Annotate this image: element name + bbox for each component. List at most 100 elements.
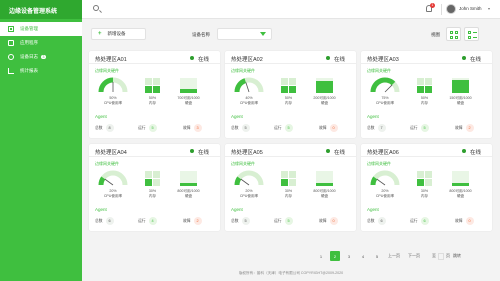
avatar[interactable] — [446, 4, 456, 14]
online-status-dot — [326, 148, 330, 153]
memory-cell — [425, 171, 432, 178]
card-header: 热处理区A04 在线 — [89, 144, 220, 157]
status-text: 在线 — [334, 57, 346, 63]
page-5[interactable]: 5 — [372, 251, 382, 261]
cpu-percent: 20% — [109, 189, 117, 193]
cpu-gauge — [370, 170, 400, 186]
total-stat: 总数 5 — [231, 217, 250, 225]
hardware-label: 边缘网关硬件 — [367, 161, 391, 166]
memory-cell — [153, 86, 160, 93]
sidebar-item-device-logs[interactable]: 设备日志 3 — [0, 50, 82, 64]
fault-count: 2 — [193, 217, 202, 225]
total-label: 总数 — [367, 125, 375, 130]
doc-icon — [8, 40, 14, 46]
add-device-button[interactable]: + 新增设备 — [91, 28, 146, 40]
running-label: 运行 — [138, 218, 146, 223]
memory-cell — [289, 171, 296, 178]
total-label: 总数 — [231, 218, 239, 223]
memory-label: 内存 — [284, 194, 293, 198]
grid-view-icon — [450, 31, 453, 34]
hardware-label: 边缘网关硬件 — [95, 68, 119, 73]
sidebar-item-statistics[interactable]: 统计报表 — [0, 64, 82, 78]
device-card[interactable]: 热处理区A06 在线 边缘网关硬件 20% CPU使用率 30% 内存 800可… — [361, 144, 492, 231]
memory-percent: 50% — [420, 96, 429, 100]
memory-grid — [417, 78, 432, 93]
running-stat: 运行 5 — [410, 124, 429, 132]
memory-cell — [153, 78, 160, 85]
online-status-dot — [326, 55, 330, 60]
fault-stat: 故障 0 — [319, 124, 338, 132]
top-bar: 1 John Smith ▾ — [82, 0, 500, 19]
gear-icon — [8, 54, 14, 60]
online-status-dot — [462, 148, 466, 153]
filter-label: 设备名称 — [192, 32, 210, 37]
memory-cell — [417, 171, 424, 178]
fault-stat: 故障 2 — [183, 217, 202, 225]
running-count: 5 — [148, 124, 157, 132]
jump-prefix: 至 — [432, 253, 436, 258]
page-2[interactable]: 2 — [330, 251, 340, 261]
grid-view-button[interactable] — [446, 27, 461, 41]
memory-percent: 30% — [148, 189, 157, 193]
disk-usage-box — [316, 171, 333, 186]
gauge-fill — [98, 176, 106, 186]
list-view-button[interactable] — [464, 27, 479, 41]
page-jump-input[interactable] — [438, 252, 444, 260]
card-header: 热处理区A05 在线 — [225, 144, 356, 157]
device-card[interactable]: 热处理区A04 在线 边缘网关硬件 20% CPU使用率 30% 内存 800可… — [89, 144, 220, 231]
memory-grid — [417, 171, 432, 186]
disk-label: 硬盘 — [456, 101, 465, 105]
sidebar-item-applications[interactable]: 应用程序 — [0, 36, 82, 50]
cpu-gauge — [234, 77, 264, 93]
fault-count: 2 — [465, 124, 474, 132]
disk-fill — [452, 183, 469, 186]
running-stat: 运行 4 — [138, 217, 157, 225]
sidebar-item-label: 设备日志 — [20, 54, 38, 59]
prev-page-button[interactable]: 上一页 — [386, 251, 402, 261]
cpu-label: CPU使用率 — [375, 194, 395, 198]
total-count: 5 — [241, 124, 250, 132]
disk-usage-box — [180, 78, 197, 93]
list-view-icon — [468, 31, 471, 34]
device-title: 热处理区A05 — [231, 150, 263, 156]
jump-button[interactable]: 跳转 — [453, 253, 461, 259]
disk-fill — [180, 88, 197, 93]
total-stat: 总数 6 — [95, 217, 114, 225]
user-name[interactable]: John Smith — [459, 6, 482, 11]
fault-count: 0 — [329, 217, 338, 225]
device-card[interactable]: 热处理区A03 在线 边缘网关硬件 75% CPU使用率 50% 内存 150可… — [361, 51, 492, 138]
toolbar: + 新增设备 设备名称 视图 — [82, 25, 500, 45]
sidebar-item-device-management[interactable]: 设备管理 — [0, 22, 82, 36]
device-name-select[interactable] — [217, 28, 272, 40]
page-3[interactable]: 3 — [344, 251, 354, 261]
status-text: 在线 — [470, 150, 482, 156]
gauge-needle — [104, 178, 114, 186]
agent-label: Agent — [231, 207, 243, 212]
cpu-percent: 20% — [381, 189, 389, 193]
divider — [441, 4, 442, 15]
total-stat: 总数 5 — [231, 124, 250, 132]
card-header: 热处理区A06 在线 — [361, 144, 492, 157]
agent-label: Agent — [95, 207, 107, 212]
agent-label: Agent — [367, 114, 379, 119]
search-icon[interactable] — [93, 5, 99, 11]
agent-label: Agent — [95, 114, 107, 119]
status-text: 在线 — [334, 150, 346, 156]
running-label: 运行 — [410, 218, 418, 223]
memory-label: 内存 — [284, 101, 293, 105]
hardware-label: 边缘网关硬件 — [231, 161, 255, 166]
cpu-label: CPU使用率 — [239, 101, 259, 105]
running-stat: 运行 5 — [138, 124, 157, 132]
total-stat: 总数 8 — [95, 124, 114, 132]
running-label: 运行 — [410, 125, 418, 130]
device-card[interactable]: 热处理区A05 在线 边缘网关硬件 20% CPU使用率 30% 内存 800可… — [225, 144, 356, 231]
sidebar: 边缘设备管理系统 设备管理 应用程序 设备日志 3 统计报表 — [0, 0, 82, 281]
memory-label: 内存 — [148, 101, 157, 105]
next-page-button[interactable]: 下一页 — [406, 251, 422, 261]
chevron-down-icon[interactable]: ▾ — [488, 6, 490, 11]
device-card[interactable]: 热处理区A02 在线 边缘网关硬件 40% CPU使用率 50% 内存 200可… — [225, 51, 356, 138]
page-4[interactable]: 4 — [358, 251, 368, 261]
device-card[interactable]: 热处理区A01 在线 边缘网关硬件 50% CPU使用率 50% 内存 700可… — [89, 51, 220, 138]
page-1[interactable]: 1 — [316, 251, 326, 261]
gauge-needle — [245, 82, 250, 93]
